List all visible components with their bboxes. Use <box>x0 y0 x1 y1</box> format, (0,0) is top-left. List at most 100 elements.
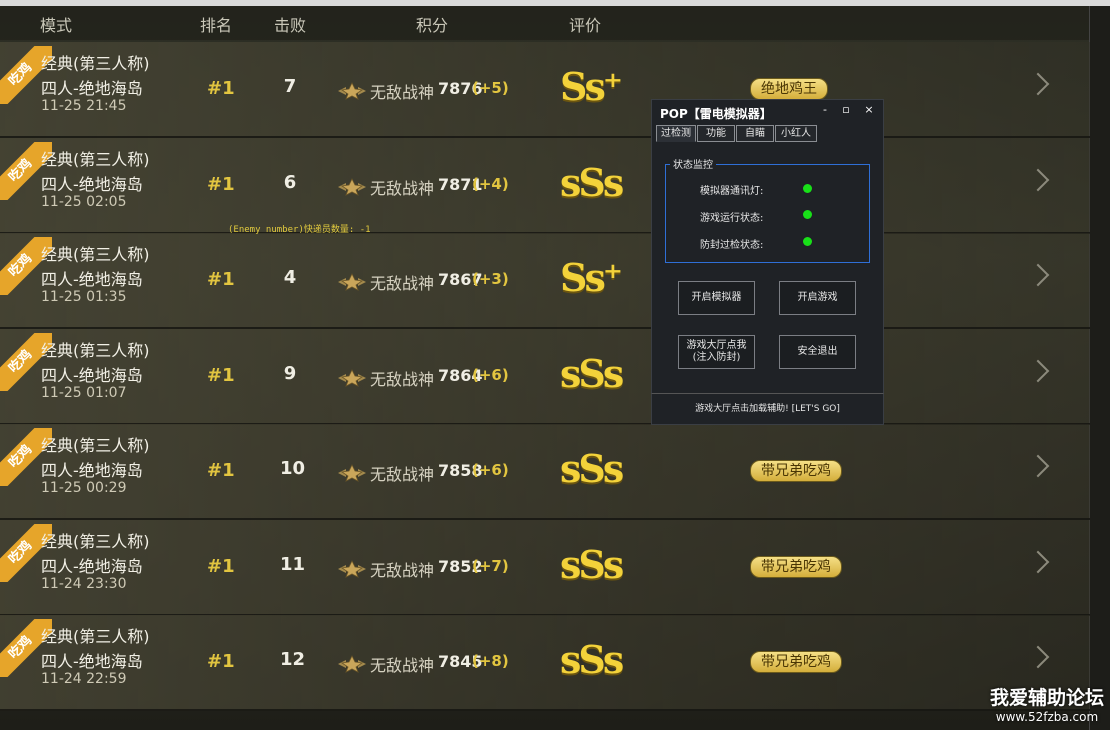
rank-title: 无敌战神 <box>370 369 435 389</box>
tab-esp[interactable]: 小红人 <box>775 125 817 142</box>
match-kills: 7 <box>283 76 297 97</box>
match-row[interactable]: 吃鸡 经典(第三人称) 四人-绝地海岛 11-24 22:59 #1 12 无敌战神 7845… <box>0 615 1090 711</box>
match-row[interactable]: 吃鸡 经典(第三人称) 四人-绝地海岛 11-25 01:07 #1 9 无敌战神 7864(… <box>0 328 1090 425</box>
rank-medal-icon <box>338 464 366 482</box>
minimize-button[interactable]: - <box>818 103 832 116</box>
match-mode: 经典(第三人称) <box>41 340 150 360</box>
start-emulator-button[interactable]: 开启模拟器 <box>678 281 755 315</box>
status-group-label: 状态监控 <box>670 156 716 171</box>
header-mode: 模式 <box>40 16 73 35</box>
lobby-inject-button[interactable]: 游戏大厅点我 (注入防封) <box>678 335 755 369</box>
match-mode: 经典(第三人称) <box>41 245 150 264</box>
tab-aimbot[interactable]: 自瞄 <box>736 125 774 142</box>
match-time: 11-24 22:59 <box>41 671 127 687</box>
score-delta: (+5) <box>472 79 509 97</box>
scrollbar[interactable] <box>1089 6 1110 730</box>
rank-medal-icon <box>338 655 366 673</box>
rank-medal-icon <box>338 273 366 291</box>
header-kills: 击败 <box>274 16 307 35</box>
chevron-right-icon[interactable] <box>1026 645 1050 669</box>
maximize-button[interactable]: ▫ <box>839 103 853 116</box>
match-map: 四人-绝地海岛 <box>41 174 143 194</box>
score-delta: (+8) <box>472 652 509 670</box>
cheat-dialog: POP【雷电模拟器】 - ▫ × 过检测 功能 自瞄 小红人 状态监控 模拟器通… <box>651 99 884 395</box>
match-kills: 4 <box>283 267 297 288</box>
rank-medal-icon <box>338 82 366 100</box>
match-grade: sSs <box>560 350 624 396</box>
chevron-right-icon[interactable] <box>1026 550 1050 573</box>
match-grade: sSs <box>560 159 624 205</box>
lobby-inject-line2: (注入防封) <box>692 352 741 363</box>
dialog-title: POP【雷电模拟器】 <box>660 107 772 121</box>
rank-title: 无敌战神 <box>370 656 435 675</box>
match-time: 11-25 21:45 <box>41 98 127 114</box>
match-rank: #1 <box>207 78 235 99</box>
match-rank: #1 <box>207 269 235 290</box>
match-grade: sSs <box>560 541 624 587</box>
score-delta: (+3) <box>472 270 509 288</box>
match-time: 11-25 02:05 <box>41 193 127 210</box>
watermark-line1: 我爱辅助论坛 <box>989 687 1104 709</box>
achievement-badge: 绝地鸡王 <box>750 78 828 100</box>
match-mode: 经典(第三人称) <box>41 54 150 73</box>
match-kills: 9 <box>283 362 297 384</box>
status-label-game: 游戏运行状态: <box>700 213 764 224</box>
rank-medal-icon <box>338 559 366 578</box>
match-grade: sSs <box>560 446 624 491</box>
score-delta: (+6) <box>472 365 509 384</box>
match-grade: Ss⁺ <box>560 255 623 300</box>
enemy-count-overlay: (Enemy number)快递员数量: -1 <box>228 225 371 235</box>
match-map: 四人-绝地海岛 <box>41 556 143 576</box>
score-delta: (+4) <box>472 174 509 193</box>
status-indicator-anticheat <box>803 237 812 246</box>
tab-bypass[interactable]: 过检测 <box>656 125 696 142</box>
watermark: 我爱辅助论坛 www.52fzba.com <box>990 683 1104 724</box>
match-grade: sSs <box>560 637 624 682</box>
close-button[interactable]: × <box>862 103 876 116</box>
dialog-footer: 游戏大厅点击加载辅助! [LET'S GO] <box>651 393 884 425</box>
table-header: 模式 排名 击败 积分 评价 <box>0 6 1090 40</box>
match-row[interactable]: 吃鸡 经典(第三人称) 四人-绝地海岛 11-25 00:29 #1 10 无敌战神 7858… <box>0 424 1090 520</box>
header-score: 积分 <box>416 16 449 35</box>
status-label-anticheat: 防封过检状态: <box>700 240 764 251</box>
chevron-right-icon[interactable] <box>1026 72 1050 96</box>
match-rank: #1 <box>207 173 235 195</box>
chevron-right-icon[interactable] <box>1026 263 1050 287</box>
match-rank: #1 <box>207 460 235 481</box>
match-mode: 经典(第三人称) <box>41 531 150 551</box>
rank-medal-icon <box>338 368 366 387</box>
chevron-right-icon[interactable] <box>1026 454 1050 478</box>
match-row[interactable]: 吃鸡 经典(第三人称) 四人-绝地海岛 11-24 23:30 #1 11 无敌战神 7852… <box>0 519 1090 616</box>
rank-title: 无敌战神 <box>370 465 435 484</box>
rank-title: 无敌战神 <box>370 83 435 102</box>
achievement-badge: 带兄弟吃鸡 <box>750 555 842 578</box>
match-mode: 经典(第三人称) <box>41 436 150 455</box>
status-label-emulator: 模拟器通讯灯: <box>700 186 764 197</box>
match-kills: 11 <box>280 553 306 575</box>
match-mode: 经典(第三人称) <box>41 149 150 169</box>
match-kills: 6 <box>283 171 297 193</box>
match-row[interactable]: 吃鸡 经典(第三人称) 四人-绝地海岛 11-25 21:45 #1 7 无敌战神 7876(… <box>0 42 1090 138</box>
match-time: 11-25 01:07 <box>41 384 127 401</box>
tab-functions[interactable]: 功能 <box>697 125 735 142</box>
status-group <box>665 164 870 263</box>
match-map: 四人-绝地海岛 <box>41 652 143 671</box>
rank-title: 无敌战神 <box>370 560 435 580</box>
match-time: 11-24 23:30 <box>41 575 127 592</box>
start-game-button[interactable]: 开启游戏 <box>779 281 856 315</box>
match-row[interactable]: 吃鸡 经典(第三人称) 四人-绝地海岛 11-25 02:05 #1 6 无敌战神 7871(… <box>0 137 1090 234</box>
safe-exit-button[interactable]: 安全退出 <box>779 335 856 369</box>
match-grade: Ss⁺ <box>560 64 623 109</box>
watermark-line2: www.52fzba.com <box>995 710 1099 724</box>
rank-title: 无敌战神 <box>370 274 435 293</box>
status-indicator-game <box>803 210 812 219</box>
achievement-badge: 带兄弟吃鸡 <box>750 460 842 482</box>
chevron-right-icon[interactable] <box>1026 359 1050 382</box>
chevron-right-icon[interactable] <box>1026 168 1050 191</box>
rank-medal-icon <box>338 177 366 196</box>
score-delta: (+6) <box>472 461 509 479</box>
header-rank: 排名 <box>200 16 233 35</box>
match-row[interactable]: 吃鸡 经典(第三人称) 四人-绝地海岛 11-25 01:35 #1 4 无敌战神 7867(… <box>0 233 1090 329</box>
match-rank: #1 <box>207 364 235 386</box>
match-time: 11-25 00:29 <box>41 480 127 496</box>
